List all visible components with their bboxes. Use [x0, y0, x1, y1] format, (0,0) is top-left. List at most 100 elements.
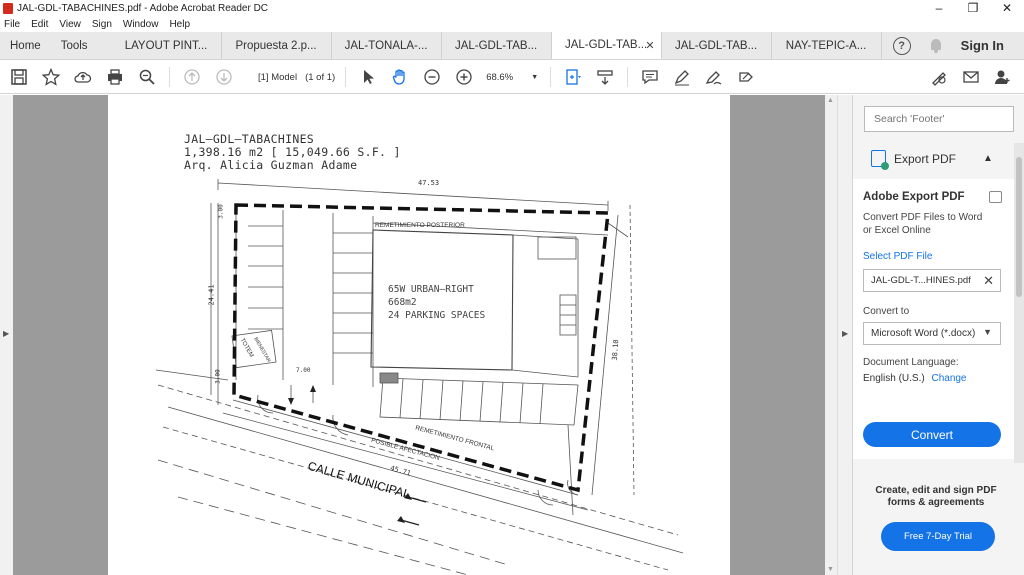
document-tab-active[interactable]: JAL-GDL-TAB... ✕ — [551, 32, 662, 59]
email-icon[interactable] — [960, 66, 982, 88]
link-sign-icon[interactable] — [928, 66, 950, 88]
site-plan-drawing — [155, 179, 684, 575]
chevron-down-icon: ▼ — [983, 327, 992, 337]
acrobat-logo-icon — [3, 2, 13, 14]
highlight-pen-icon[interactable] — [671, 66, 693, 88]
share-user-icon[interactable] — [992, 66, 1014, 88]
format-select[interactable]: Microsoft Word (*.docx) ▼ — [863, 322, 1001, 345]
format-value: Microsoft Word (*.docx) — [871, 328, 976, 339]
panel-scroll-thumb[interactable] — [1016, 157, 1022, 297]
rear-setback-label: REMETIMIENTO POSTERIOR — [375, 222, 465, 229]
export-card-title: Adobe Export PDF — [863, 191, 965, 203]
building-area: 668m2 — [388, 297, 417, 308]
document-tab[interactable]: JAL-TONALA-... — [332, 32, 442, 59]
right-panel-toggle[interactable]: ▶ — [837, 95, 852, 575]
title-bar: JAL-GDL-TABACHINES.pdf - Adobe Acrobat R… — [0, 0, 1024, 16]
document-tab[interactable]: JAL-GDL-TAB... — [662, 32, 772, 59]
building-name: 65W URBAN–RIGHT — [388, 284, 474, 295]
export-card-description: Convert PDF Files to Word or Excel Onlin… — [863, 212, 983, 236]
copy-icon — [989, 191, 1002, 203]
minimize-button[interactable]: – — [922, 0, 956, 16]
close-tab-icon[interactable]: ✕ — [645, 39, 654, 52]
pdf-page: JAL–GDL–TABACHINES 1,398.16 m2 [ 15,049.… — [108, 95, 730, 575]
bookmark-star-icon[interactable] — [40, 66, 62, 88]
menu-file[interactable]: File — [4, 19, 20, 30]
document-tab-label: JAL-GDL-TAB... — [674, 39, 758, 52]
document-scrollbar[interactable]: ▲ ▼ — [825, 95, 837, 575]
document-tab[interactable]: Propuesta 2.p... — [222, 32, 332, 59]
toolbar-separator — [345, 67, 347, 87]
menu-window[interactable]: Window — [123, 19, 159, 30]
save-icon[interactable] — [8, 66, 30, 88]
document-tab-label: JAL-GDL-TAB... — [454, 39, 538, 52]
dim-setback-top: 3.00 — [217, 204, 225, 219]
export-pdf-header[interactable]: Export PDF — [871, 150, 1001, 170]
next-page-icon[interactable] — [213, 66, 235, 88]
doc-language-value: English (U.S.) — [863, 373, 925, 384]
promo-text: Create, edit and sign PDF forms & agreem… — [875, 485, 997, 508]
scroll-down-icon[interactable]: ▼ — [827, 566, 834, 573]
convert-button[interactable]: Convert — [863, 422, 1001, 447]
menu-help[interactable]: Help — [169, 19, 190, 30]
chevron-up-icon[interactable]: ▲ — [983, 153, 993, 164]
scrolling-mode-icon[interactable] — [594, 66, 616, 88]
tab-bar-actions: ? Sign In — [885, 32, 1024, 59]
doc-language-label: Document Language: — [863, 357, 959, 368]
tools-search-input[interactable] — [864, 106, 1014, 132]
dim-seven: 7.00 — [296, 367, 311, 374]
page-label[interactable]: [1] Model — [258, 72, 297, 83]
export-pdf-icon — [871, 150, 889, 170]
menu-sign[interactable]: Sign — [92, 19, 112, 30]
panel-scrollbar[interactable] — [1014, 143, 1024, 463]
menu-edit[interactable]: Edit — [31, 19, 48, 30]
close-window-button[interactable]: ✕ — [990, 0, 1024, 16]
clear-file-icon[interactable]: ✕ — [983, 273, 994, 289]
change-language-link[interactable]: Change — [931, 373, 966, 384]
document-viewport[interactable]: ▶ JAL–GDL–TABACHINES 1,398.16 m2 [ 15,04… — [0, 95, 852, 575]
fill-sign-icon[interactable] — [735, 66, 757, 88]
fit-page-icon[interactable] — [562, 66, 584, 88]
document-tab-label: JAL-GDL-TAB... — [564, 39, 648, 51]
expand-left-icon: ▶ — [3, 329, 10, 338]
left-panel-toggle[interactable]: ▶ — [0, 95, 13, 575]
document-tab[interactable]: JAL-GDL-TAB... — [442, 32, 552, 59]
doc-language-row: English (U.S.) Change — [863, 373, 967, 384]
select-cursor-icon[interactable] — [357, 66, 379, 88]
building-info: 65W URBAN–RIGHT 668m2 24 PARKING SPACES — [388, 283, 485, 322]
menu-bar: File Edit View Sign Window Help — [0, 16, 1024, 32]
select-pdf-file-link[interactable]: Select PDF File — [863, 251, 932, 262]
cloud-upload-icon[interactable] — [72, 66, 94, 88]
dim-right: 38.10 — [610, 339, 621, 361]
document-tab[interactable]: NAY-TEPIC-A... — [772, 32, 882, 59]
previous-page-icon[interactable] — [181, 66, 203, 88]
document-tab-label: LAYOUT PINT... — [124, 39, 208, 52]
selected-file-name: JAL-GDL-T...HINES.pdf — [871, 275, 971, 286]
hand-tool-icon[interactable] — [389, 66, 411, 88]
export-pdf-title: Export PDF — [894, 151, 957, 166]
sign-in-button[interactable]: Sign In — [961, 38, 1004, 53]
tab-tools[interactable]: Tools — [51, 32, 112, 59]
document-tab-label: JAL-TONALA-... — [344, 39, 428, 52]
window-title: JAL-GDL-TABACHINES.pdf - Adobe Acrobat R… — [17, 2, 269, 14]
scroll-up-icon[interactable]: ▲ — [827, 97, 834, 104]
help-icon[interactable]: ? — [892, 36, 911, 55]
toolbar-separator — [169, 67, 170, 87]
parking-count: 24 PARKING SPACES — [388, 310, 486, 321]
free-trial-button[interactable]: Free 7-Day Trial — [881, 522, 995, 551]
zoom-search-icon[interactable] — [136, 66, 158, 88]
selected-file-field[interactable]: JAL-GDL-T...HINES.pdf ✕ — [863, 269, 1001, 292]
print-icon[interactable] — [104, 66, 126, 88]
zoom-in-icon[interactable] — [453, 66, 475, 88]
zoom-out-icon[interactable] — [421, 66, 443, 88]
document-tab-label: Propuesta 2.p... — [235, 39, 317, 52]
menu-view[interactable]: View — [59, 19, 81, 30]
tab-home[interactable]: Home — [0, 32, 51, 59]
comment-icon[interactable] — [639, 66, 661, 88]
expand-right-icon: ▶ — [842, 329, 849, 338]
maximize-button[interactable]: ❐ — [956, 0, 990, 16]
sign-pen-icon[interactable] — [703, 66, 725, 88]
zoom-level-select[interactable]: 68.6% ▼ — [486, 72, 538, 83]
bell-icon[interactable] — [929, 38, 943, 54]
zoom-level-value: 68.6% — [486, 71, 514, 83]
document-tab[interactable]: LAYOUT PINT... — [112, 32, 222, 59]
